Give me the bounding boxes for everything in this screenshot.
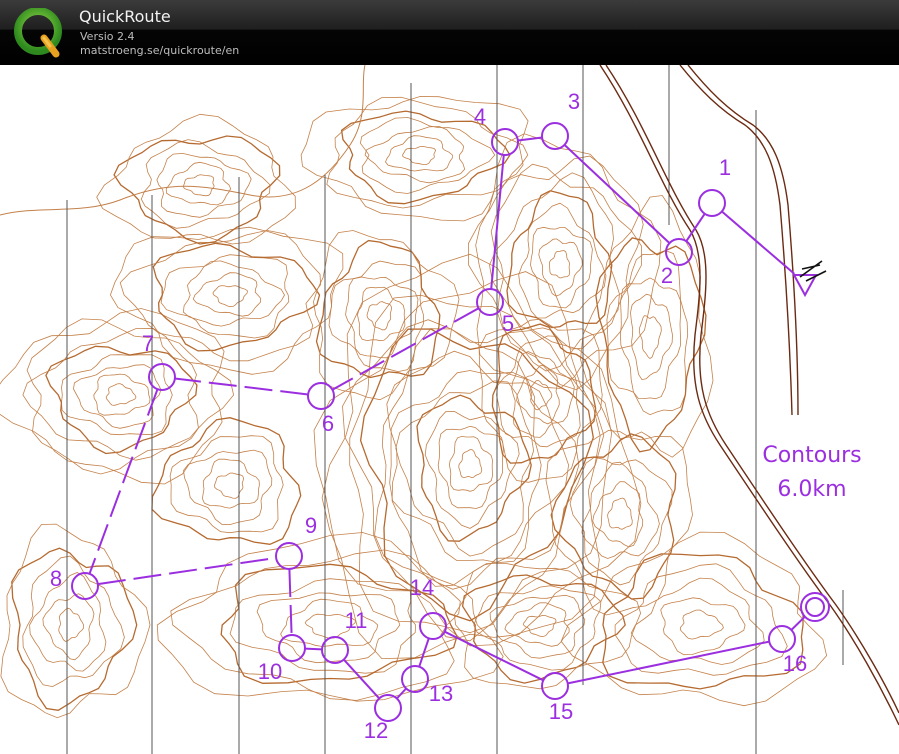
control-circle-c13[interactable] (401, 665, 429, 693)
contour-line (26, 318, 235, 475)
control-circle-c16[interactable] (768, 625, 796, 653)
road-track (599, 65, 899, 726)
contour-line (0, 308, 225, 485)
contour-line (113, 135, 281, 245)
contour-line (313, 271, 601, 647)
contour-line (313, 230, 460, 401)
course-leg (444, 630, 544, 682)
contour-line (212, 285, 248, 308)
contour-line (140, 139, 271, 229)
control-circle-c7[interactable] (148, 363, 176, 391)
contour-line (437, 425, 504, 509)
control-label-c11: 11 (345, 608, 368, 633)
contour-line (606, 250, 689, 416)
title-bar: QuickRoute Versio 2.4 matstroeng.se/quic… (0, 0, 899, 65)
contour-line (595, 237, 707, 453)
control-circle-c1[interactable] (698, 189, 726, 217)
control-label-c5: 5 (502, 311, 514, 336)
course-length-text: 6.0km (777, 477, 846, 502)
course-leg (288, 568, 293, 636)
contour-line (581, 461, 660, 559)
contour-line (165, 161, 232, 206)
contour-line (11, 547, 138, 711)
contour-line (105, 383, 137, 406)
control-circle-c11[interactable] (321, 636, 349, 664)
contour-line (550, 433, 677, 600)
contour-line (607, 497, 633, 530)
control-label-c7: 7 (142, 331, 154, 356)
course-type-text: Contours (762, 443, 861, 468)
contour-line (489, 594, 586, 659)
contour-line (453, 563, 642, 690)
map-drawing[interactable]: 12345678910111213141516 Contours 6.0km (0, 65, 899, 754)
contour-line (357, 286, 406, 342)
control-label-c3: 3 (568, 89, 580, 114)
contour-line (192, 272, 262, 317)
contour-line (152, 242, 321, 352)
contour-line (569, 456, 673, 586)
contour-line (630, 293, 673, 381)
contour-line (182, 260, 285, 327)
contour-line (42, 593, 95, 661)
control-label-c6: 6 (322, 411, 334, 436)
control-label-c12: 12 (364, 718, 388, 743)
map-canvas[interactable]: 1 2 3 4 5 6 7 8 9 10 11 12 13 14 15 16 Contours 6.0km (0, 65, 899, 754)
course-leg (174, 377, 309, 396)
contour-line (58, 607, 85, 642)
contour-line (182, 174, 215, 197)
control-label-c8: 8 (50, 566, 62, 591)
contour-line (504, 602, 570, 647)
control-label-c1: 1 (719, 155, 731, 180)
course-leg (563, 144, 671, 244)
contour-line (22, 555, 125, 688)
contour-line (538, 238, 583, 297)
control-circle-c6[interactable] (307, 382, 335, 410)
control-label-c2: 2 (661, 263, 673, 288)
course-leg (304, 647, 323, 651)
control-label-c14: 14 (410, 575, 434, 600)
control-label-c4: 4 (474, 104, 486, 129)
course-leg (88, 388, 159, 575)
control-label-c9: 9 (305, 513, 317, 538)
app-version: Versio 2.4 (80, 30, 135, 43)
contour-line (461, 574, 626, 684)
contour-line (364, 125, 466, 184)
contour-line (170, 549, 461, 701)
contour-line (549, 250, 571, 279)
quickroute-logo (14, 8, 62, 58)
contour-line (638, 315, 662, 359)
control-circle-c8[interactable] (71, 572, 99, 600)
course-leg (97, 556, 277, 586)
route-marks (799, 260, 827, 282)
control-label-c13: 13 (429, 681, 453, 706)
contour-line (458, 449, 483, 479)
map-edge-contour (0, 65, 366, 216)
app-url[interactable]: matstroeng.se/quickroute/en (80, 44, 239, 57)
contour-line (602, 553, 804, 690)
contour-line (93, 373, 151, 416)
control-circle-c4[interactable] (491, 128, 519, 156)
course-leg (418, 637, 430, 668)
contour-line (630, 577, 765, 665)
app-title: QuickRoute (79, 7, 171, 26)
contour-line (156, 532, 504, 702)
contour-line (679, 609, 724, 640)
contour-line (402, 145, 437, 165)
contour-line (201, 458, 260, 509)
control-label-c15: 15 (549, 699, 573, 724)
contour-line (96, 113, 296, 245)
contour-line (448, 435, 494, 492)
contour-line (256, 592, 401, 664)
finish-inner-circle[interactable] (805, 597, 825, 617)
contour-line (0, 523, 151, 719)
contour-line (385, 135, 453, 172)
control-label-c16: 16 (783, 651, 807, 676)
contour-line (45, 345, 198, 455)
control-label-c10: 10 (258, 659, 282, 684)
contour-line (660, 597, 746, 656)
control-circle-c10[interactable] (278, 634, 306, 662)
control-circle-c3[interactable] (541, 122, 569, 150)
contour-line (560, 531, 828, 707)
